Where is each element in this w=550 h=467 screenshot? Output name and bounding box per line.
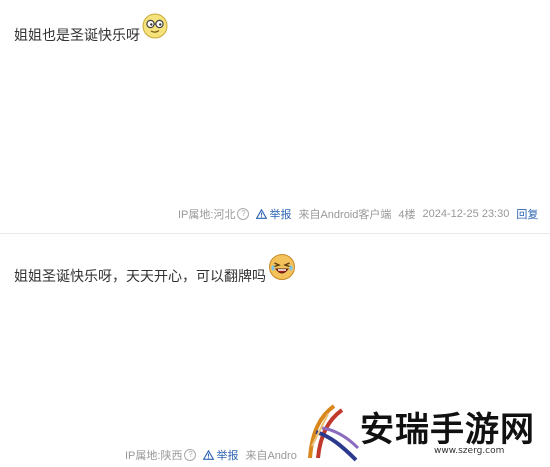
post-time: 2024-12-25 23:30: [422, 208, 510, 220]
warning-icon: [256, 209, 268, 219]
report-label: 举报: [269, 209, 292, 221]
report-label: 举报: [216, 450, 239, 462]
source-text: 来自Android客户端: [298, 209, 392, 221]
site-logo-icon: [306, 402, 360, 467]
post-content: 姐姐圣诞快乐呀，天天开心，可以翻牌吗: [14, 254, 296, 292]
source-text: 来自Andro: [245, 450, 297, 462]
post-source: 来自Android客户端: [298, 206, 391, 222]
watermark-title: 安瑞手游网: [360, 410, 535, 450]
warning-icon: [203, 450, 215, 460]
post-content: 姐姐也是圣诞快乐呀: [14, 13, 168, 50]
post-item: 姐姐也是圣诞快乐呀 IP属地:河北 ? 举报 来自Android客户端 4楼 2…: [0, 0, 550, 233]
post-meta: IP属地:陕西 ? 举报 来自Andro: [125, 447, 297, 463]
post-text: 姐姐也是圣诞快乐呀: [14, 26, 140, 43]
site-watermark: 安瑞手游网 www.szerg.com: [298, 398, 550, 466]
reply-button[interactable]: 回复: [516, 206, 538, 222]
report-button[interactable]: 举报: [203, 447, 238, 463]
post-meta: IP属地:河北 ? 举报 来自Android客户端 4楼 2024-12-25 …: [178, 206, 538, 222]
post-text: 姐姐圣诞快乐呀，天天开心，可以翻牌吗: [14, 267, 266, 284]
report-button[interactable]: 举报: [256, 206, 291, 222]
ip-location: IP属地:河北: [178, 209, 236, 221]
floor-number: 4楼: [398, 209, 416, 221]
smug-glasses-emoji-icon: [142, 13, 168, 44]
post-source: 来自Andro: [245, 447, 296, 463]
help-icon[interactable]: ?: [237, 208, 250, 220]
help-icon[interactable]: ?: [184, 449, 197, 461]
laughing-tears-emoji-icon: [268, 253, 296, 286]
watermark-url: www.szerg.com: [434, 446, 505, 456]
ip-location: IP属地:陕西: [125, 450, 183, 462]
